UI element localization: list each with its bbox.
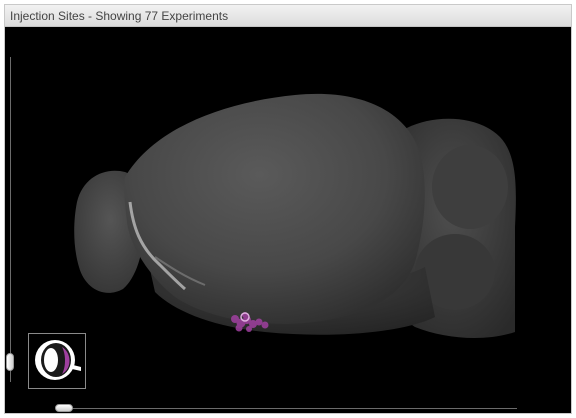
panel-titlebar: Injection Sites - Showing 77 Experiments [5,5,571,27]
brain-render [74,93,516,339]
cerebellum-lobe [432,145,508,229]
cortex-region [124,93,425,324]
vertical-rotation-track [10,57,11,382]
horizontal-rotation-slider[interactable] [55,404,73,412]
horizontal-rotation-track [67,408,517,409]
panel-title: Injection Sites - Showing 77 Experiments [10,9,229,23]
brain-3d-viewer[interactable] [5,27,571,413]
injection-sites-panel: Injection Sites - Showing 77 Experiments [4,4,572,414]
view-orientation-button[interactable] [28,333,86,389]
vertical-rotation-slider[interactable] [6,353,14,371]
eye-icon [35,340,81,380]
